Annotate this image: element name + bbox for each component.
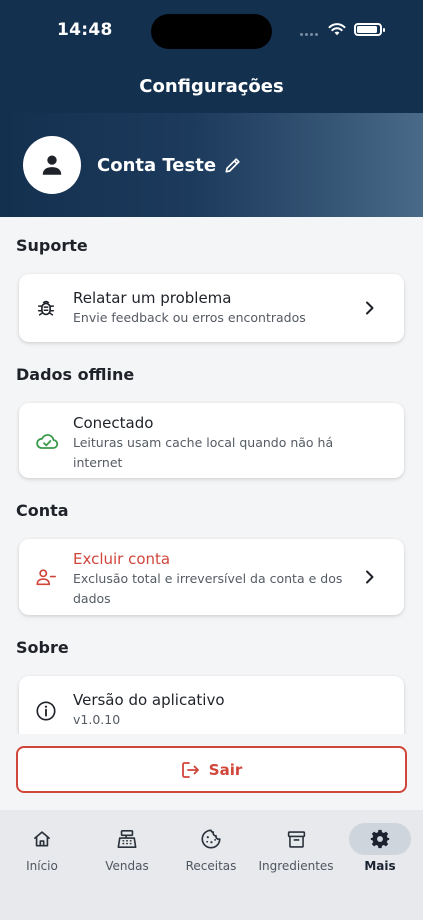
app-header: 14:48 Configurações Conta Teste [0, 0, 423, 217]
settings-list[interactable]: Suporte Relatar um problema Envie feedba… [0, 217, 423, 734]
avatar [23, 136, 81, 194]
battery-icon [354, 23, 385, 36]
home-icon [34, 831, 50, 847]
app-version-value: v1.0.10 [73, 712, 121, 727]
wifi-icon [328, 23, 346, 36]
section-title-support: Suporte [16, 236, 88, 255]
chevron-right-icon [366, 301, 374, 315]
tab-home[interactable]: Início [0, 822, 84, 888]
tab-recipes[interactable]: Receitas [169, 822, 253, 888]
tab-recipes-label: Receitas [185, 859, 237, 873]
page-title: Configurações [139, 76, 284, 97]
section-title-account: Conta [16, 501, 69, 520]
logout-icon [181, 761, 199, 778]
status-bar: 14:48 [0, 0, 423, 62]
report-problem-card[interactable]: Relatar um problema Envie feedback ou er… [19, 274, 404, 342]
info-icon [36, 701, 56, 721]
user-remove-icon [36, 569, 56, 586]
tab-home-label: Início [26, 859, 58, 873]
delete-account-title: Excluir conta [73, 550, 171, 568]
bug-icon [37, 300, 55, 316]
delete-account-subtitle: Exclusão total e irreversível da conta e… [73, 571, 343, 606]
app-version-card: Versão do aplicativo v1.0.10 [19, 676, 404, 734]
cookie-icon [201, 829, 221, 849]
app-version-title: Versão do aplicativo [73, 691, 225, 709]
offline-status-title: Conectado [73, 414, 154, 432]
person-icon [42, 155, 62, 175]
report-problem-subtitle: Envie feedback ou erros encontrados [73, 310, 306, 325]
gear-icon [370, 829, 390, 849]
offline-status-card: Conectado Leituras usam cache local quan… [19, 403, 404, 478]
tab-sales-label: Vendas [105, 859, 149, 873]
chevron-right-icon [366, 570, 374, 584]
tab-sales[interactable]: Vendas [85, 822, 169, 888]
tab-more[interactable]: Mais [338, 822, 422, 888]
status-time: 14:48 [57, 20, 113, 40]
dynamic-island [151, 14, 272, 49]
logout-label: Sair [208, 760, 243, 779]
section-title-about: Sobre [16, 638, 69, 657]
delete-account-card[interactable]: Excluir conta Exclusão total e irreversí… [19, 539, 404, 615]
cloud-check-icon [36, 434, 59, 449]
section-title-offline: Dados offline [16, 365, 135, 384]
logout-button[interactable]: Sair [16, 746, 407, 793]
tab-more-label: Mais [364, 859, 396, 873]
cellular-signal-icon [300, 33, 322, 37]
edit-pencil-icon[interactable] [223, 155, 243, 175]
tab-ingredients-label: Ingredientes [258, 859, 334, 873]
logout-area: Sair [0, 734, 423, 810]
bottom-tab-bar: Início Vendas Receitas Ingredientes Mais [0, 810, 423, 920]
report-problem-title: Relatar um problema [73, 289, 232, 307]
cash-register-icon [117, 830, 137, 848]
archive-icon [287, 830, 305, 848]
offline-status-subtitle: Leituras usam cache local quando não há … [73, 435, 334, 470]
account-name: Conta Teste [97, 155, 217, 176]
tab-ingredients[interactable]: Ingredientes [254, 822, 338, 888]
